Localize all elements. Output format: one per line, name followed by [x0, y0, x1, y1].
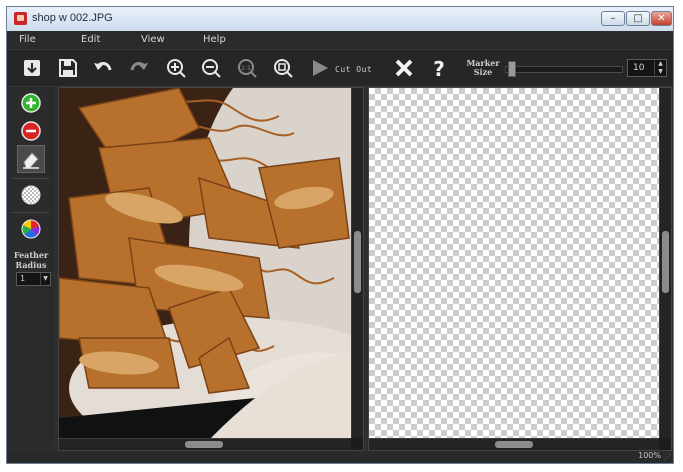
result-preview-panel	[368, 87, 672, 451]
feather-label-line2: Radius	[15, 260, 47, 270]
source-image-panel	[58, 87, 364, 451]
status-bar: 100% ⋰	[7, 451, 673, 463]
tool-separator	[12, 178, 49, 179]
menu-file[interactable]: File	[19, 34, 36, 45]
title-bar: shop w 002.JPG – □ ✕	[7, 7, 673, 32]
help-icon[interactable]: ?	[428, 57, 450, 79]
fit-window-icon[interactable]	[272, 57, 294, 79]
svg-text:?: ?	[433, 57, 445, 79]
menu-help[interactable]: Help	[203, 34, 226, 45]
marker-size-value: 10	[633, 63, 645, 73]
marker-size-slider-handle[interactable]	[508, 61, 516, 77]
actual-size-icon[interactable]: 1:1	[236, 57, 258, 79]
chevron-down-icon[interactable]: ▼	[40, 273, 50, 285]
remove-red-icon[interactable]	[20, 120, 42, 142]
zoom-level: 100%	[638, 451, 661, 460]
result-vertical-scrollbar[interactable]	[659, 88, 671, 438]
undo-icon[interactable]	[92, 57, 114, 79]
source-horizontal-scroll-thumb[interactable]	[185, 441, 223, 448]
spin-arrows-icon[interactable]: ▲ ▼	[654, 60, 666, 76]
close-window-button[interactable]: ✕	[651, 11, 672, 26]
add-green-icon[interactable]	[20, 92, 42, 114]
result-horizontal-scrollbar[interactable]	[369, 438, 659, 450]
source-vertical-scroll-thumb[interactable]	[354, 231, 361, 293]
result-horizontal-scroll-thumb[interactable]	[495, 441, 533, 448]
eraser-icon[interactable]	[17, 145, 45, 173]
feather-radius-label: Feather Radius	[10, 250, 52, 270]
resize-grip-icon[interactable]: ⋰	[664, 453, 671, 461]
left-toolbar: Feather Radius 1 ▼	[7, 87, 54, 447]
feather-label-line1: Feather	[13, 250, 49, 260]
close-x-icon[interactable]	[393, 57, 415, 79]
marker-size-label: Marker Size	[465, 59, 501, 77]
tool-separator	[12, 212, 49, 213]
svg-text:1:1: 1:1	[241, 65, 251, 72]
food-photo	[59, 88, 351, 438]
source-horizontal-scrollbar[interactable]	[59, 438, 351, 450]
marker-size-slider-track[interactable]	[505, 66, 623, 73]
window-title: shop w 002.JPG	[32, 12, 113, 24]
menu-view[interactable]: View	[141, 34, 165, 45]
feather-radius-value: 1	[20, 274, 26, 283]
transparency-icon[interactable]	[20, 184, 42, 206]
feather-radius-select[interactable]: 1 ▼	[16, 272, 51, 286]
cut-out-label[interactable]: Cut Out	[335, 65, 372, 74]
app-icon	[14, 12, 27, 25]
minimize-button[interactable]: –	[601, 11, 625, 26]
source-vertical-scrollbar[interactable]	[351, 88, 363, 438]
marker-size-spinbox[interactable]: 10 ▲ ▼	[627, 59, 667, 77]
marker-label-line2: Size	[473, 67, 493, 77]
cut-out-play-icon[interactable]	[309, 57, 331, 79]
menu-edit[interactable]: Edit	[81, 34, 100, 45]
transparent-background	[369, 88, 659, 438]
open-icon[interactable]	[21, 57, 43, 79]
result-vertical-scroll-thumb[interactable]	[662, 231, 669, 293]
maximize-button[interactable]: □	[626, 11, 650, 26]
source-image-canvas[interactable]	[59, 88, 351, 438]
result-preview-canvas[interactable]	[369, 88, 659, 438]
color-wheel-icon[interactable]	[20, 218, 42, 240]
save-icon[interactable]	[57, 57, 79, 79]
zoom-in-icon[interactable]	[165, 57, 187, 79]
zoom-out-icon[interactable]	[200, 57, 222, 79]
app-window: shop w 002.JPG – □ ✕ File Edit View Help…	[6, 6, 674, 464]
redo-icon[interactable]	[128, 57, 150, 79]
toolbar: 1:1 Cut Out ? Marker Size 10 ▲ ▼	[7, 49, 673, 87]
menu-bar: File Edit View Help	[7, 31, 673, 49]
